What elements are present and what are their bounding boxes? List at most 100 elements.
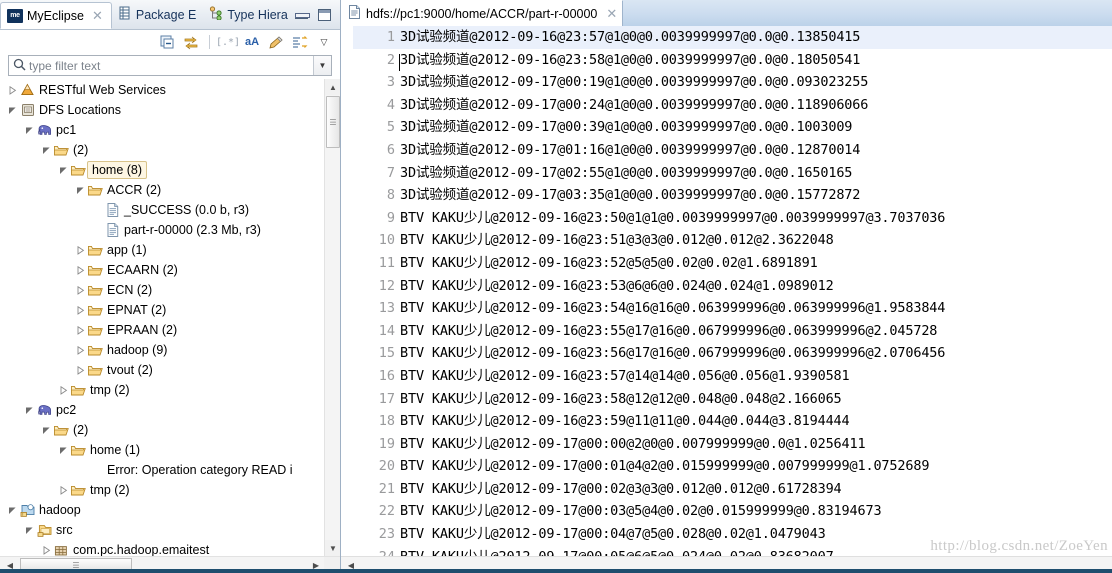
code-line[interactable]: 5 3D试验频道@2012-09-17@00:39@1@0@0.003999999…	[353, 116, 1112, 139]
code-line[interactable]: 9 BTV KAKU少儿@2012-09-16@23:50@1@1@0.00399…	[353, 207, 1112, 230]
expand-arrow-right-icon[interactable]	[74, 325, 87, 335]
filter-input[interactable]: type filter text	[29, 59, 313, 73]
line-number: 17	[378, 390, 395, 407]
tree-item[interactable]: hadoop (9)	[0, 340, 324, 360]
expand-arrow-down-icon[interactable]	[74, 186, 87, 195]
code-line[interactable]: 7 3D试验频道@2012-09-17@02:55@1@0@0.003999999…	[353, 162, 1112, 185]
tree-item[interactable]: com.pc.hadoop.emaitest	[0, 540, 324, 556]
scroll-up-icon[interactable]: ▲	[325, 79, 340, 95]
expand-arrow-right-icon[interactable]	[40, 545, 53, 555]
collapse-all-icon[interactable]	[159, 34, 175, 50]
tree-item-label: pc2	[56, 403, 77, 417]
code-line[interactable]: 23 BTV KAKU少儿@2012-09-17@00:04@7@5@0.028@…	[353, 523, 1112, 546]
code-line[interactable]: 2 3D试验频道@2012-09-16@23:58@1@0@0.003999999…	[353, 49, 1112, 72]
tree-item[interactable]: (2)	[0, 140, 324, 160]
expand-arrow-down-icon[interactable]	[40, 146, 53, 155]
tree-item[interactable]: (2)	[0, 420, 324, 440]
tree-item[interactable]: tvout (2)	[0, 360, 324, 380]
code-line[interactable]: 12 BTV KAKU少儿@2012-09-16@23:53@6@6@0.024@…	[353, 275, 1112, 298]
scroll-down-icon[interactable]: ▼	[325, 540, 340, 556]
tree-item[interactable]: tmp (2)	[0, 380, 324, 400]
expand-arrow-down-icon[interactable]	[23, 406, 36, 415]
close-icon[interactable]: ✕	[91, 9, 104, 22]
highlight-icon[interactable]	[268, 34, 284, 50]
tree-vertical-scrollbar[interactable]: ▲ ☰ ▼	[324, 79, 340, 556]
maximize-icon[interactable]	[318, 8, 331, 21]
tree-item[interactable]: tmp (2)	[0, 480, 324, 500]
tree-item[interactable]: part-r-00000 (2.3 Mb, r3)	[0, 220, 324, 240]
tree-item[interactable]: ECN (2)	[0, 280, 324, 300]
expand-arrow-down-icon[interactable]	[57, 166, 70, 175]
tree-item[interactable]: app (1)	[0, 240, 324, 260]
expand-arrow-right-icon[interactable]	[6, 85, 19, 95]
tree-item-label: ACCR (2)	[107, 183, 162, 197]
code-line[interactable]: 3 3D试验频道@2012-09-17@00:19@1@0@0.003999999…	[353, 71, 1112, 94]
code-line[interactable]: 11 BTV KAKU少儿@2012-09-16@23:52@5@5@0.02@0…	[353, 252, 1112, 275]
tree-item[interactable]: EPRAAN (2)	[0, 320, 324, 340]
expand-arrow-down-icon[interactable]	[23, 526, 36, 535]
expand-arrow-down-icon[interactable]	[40, 426, 53, 435]
chevron-down-icon[interactable]: ▼	[313, 56, 331, 75]
tree-item[interactable]: home (1)	[0, 440, 324, 460]
code-line[interactable]: 18 BTV KAKU少儿@2012-09-16@23:59@11@11@0.04…	[353, 410, 1112, 433]
filter-box[interactable]: type filter text ▼	[8, 55, 332, 76]
code-line[interactable]: 13 BTV KAKU少儿@2012-09-16@23:54@16@16@0.06…	[353, 297, 1112, 320]
expand-arrow-right-icon[interactable]	[57, 485, 70, 495]
tab-type-hierarchy[interactable]: Type Hiera	[203, 0, 294, 29]
tree-item-label: DFS Locations	[39, 103, 121, 117]
code-line[interactable]: 10 BTV KAKU少儿@2012-09-16@23:51@3@3@0.012@…	[353, 229, 1112, 252]
view-menu-icon[interactable]: ▽	[316, 34, 332, 50]
expand-arrow-right-icon[interactable]	[74, 345, 87, 355]
tree-item[interactable]: EPNAT (2)	[0, 300, 324, 320]
code-line[interactable]: 14 BTV KAKU少儿@2012-09-16@23:55@17@16@0.06…	[353, 320, 1112, 343]
code-line[interactable]: 1 3D试验频道@2012-09-16@23:57@1@0@0.003999999…	[353, 26, 1112, 49]
scroll-thumb[interactable]: ☰	[326, 96, 340, 148]
expand-arrow-down-icon[interactable]	[6, 106, 19, 115]
code-line[interactable]: 6 3D试验频道@2012-09-17@01:16@1@0@0.003999999…	[353, 139, 1112, 162]
code-content[interactable]: 1 3D试验频道@2012-09-16@23:57@1@0@0.003999999…	[353, 26, 1112, 556]
tree-item[interactable]: DFS Locations	[0, 100, 324, 120]
expand-arrow-down-icon[interactable]	[6, 506, 19, 515]
expand-arrow-down-icon[interactable]	[23, 126, 36, 135]
expand-arrow-down-icon[interactable]	[57, 446, 70, 455]
sort-icon[interactable]	[292, 34, 308, 50]
code-line[interactable]: 20 BTV KAKU少儿@2012-09-17@00:01@4@2@0.0159…	[353, 455, 1112, 478]
tree-item[interactable]: src	[0, 520, 324, 540]
regex-filter-icon[interactable]: [.*]	[216, 34, 240, 50]
tree-item[interactable]: ACCR (2)	[0, 180, 324, 200]
code-line[interactable]: 24BTV KAKU少儿@2012-09-17@00:05@6@5@0.024@…	[353, 546, 1112, 556]
code-line[interactable]: 16 BTV KAKU少儿@2012-09-16@23:57@14@14@0.05…	[353, 365, 1112, 388]
editor-marker-ruler[interactable]	[341, 26, 353, 556]
expand-arrow-right-icon[interactable]	[74, 305, 87, 315]
link-with-editor-icon[interactable]	[183, 34, 199, 50]
code-line[interactable]: 21 BTV KAKU少儿@2012-09-17@00:02@3@3@0.012@…	[353, 478, 1112, 501]
tab-myeclipse[interactable]: me MyEclipse ✕	[0, 2, 112, 29]
code-line[interactable]: 15 BTV KAKU少儿@2012-09-16@23:56@17@16@0.06…	[353, 342, 1112, 365]
expand-arrow-right-icon[interactable]	[57, 385, 70, 395]
code-line[interactable]: 4 3D试验频道@2012-09-17@00:24@1@0@0.003999999…	[353, 94, 1112, 117]
tree-item[interactable]: pc2	[0, 400, 324, 420]
code-line[interactable]: 22 BTV KAKU少儿@2012-09-17@00:03@5@4@0.02@0…	[353, 500, 1112, 523]
minimize-icon[interactable]	[295, 11, 310, 19]
package-icon	[53, 544, 70, 557]
code-line[interactable]: 8 3D试验频道@2012-09-17@03:35@1@0@0.003999999…	[353, 184, 1112, 207]
expand-arrow-right-icon[interactable]	[74, 285, 87, 295]
expand-arrow-right-icon[interactable]	[74, 365, 87, 375]
tree-item[interactable]: ! hadoop	[0, 500, 324, 520]
tree-item[interactable]: RESTful Web Services	[0, 80, 324, 100]
tree-item[interactable]: Error: Operation category READ i	[0, 460, 324, 480]
tab-package-explorer[interactable]: Package E	[112, 0, 203, 29]
case-sensitive-icon[interactable]: aA	[244, 34, 260, 50]
line-number: 10	[378, 232, 395, 249]
tab-part-r-00000[interactable]: hdfs://pc1:9000/home/ACCR/part-r-00000 ✕	[341, 0, 624, 26]
tree-item[interactable]: home (8)	[0, 160, 324, 180]
expand-arrow-right-icon[interactable]	[74, 265, 87, 275]
code-line[interactable]: 19 BTV KAKU少儿@2012-09-17@00:00@2@0@0.0079…	[353, 433, 1112, 456]
expand-arrow-right-icon[interactable]	[74, 245, 87, 255]
tree-item[interactable]: ECAARN (2)	[0, 260, 324, 280]
close-icon[interactable]: ✕	[605, 7, 618, 20]
code-line[interactable]: 17 BTV KAKU少儿@2012-09-16@23:58@12@12@0.04…	[353, 388, 1112, 411]
tree-item-label: tmp (2)	[90, 383, 130, 397]
tree-item[interactable]: _SUCCESS (0.0 b, r3)	[0, 200, 324, 220]
tree-item[interactable]: pc1	[0, 120, 324, 140]
